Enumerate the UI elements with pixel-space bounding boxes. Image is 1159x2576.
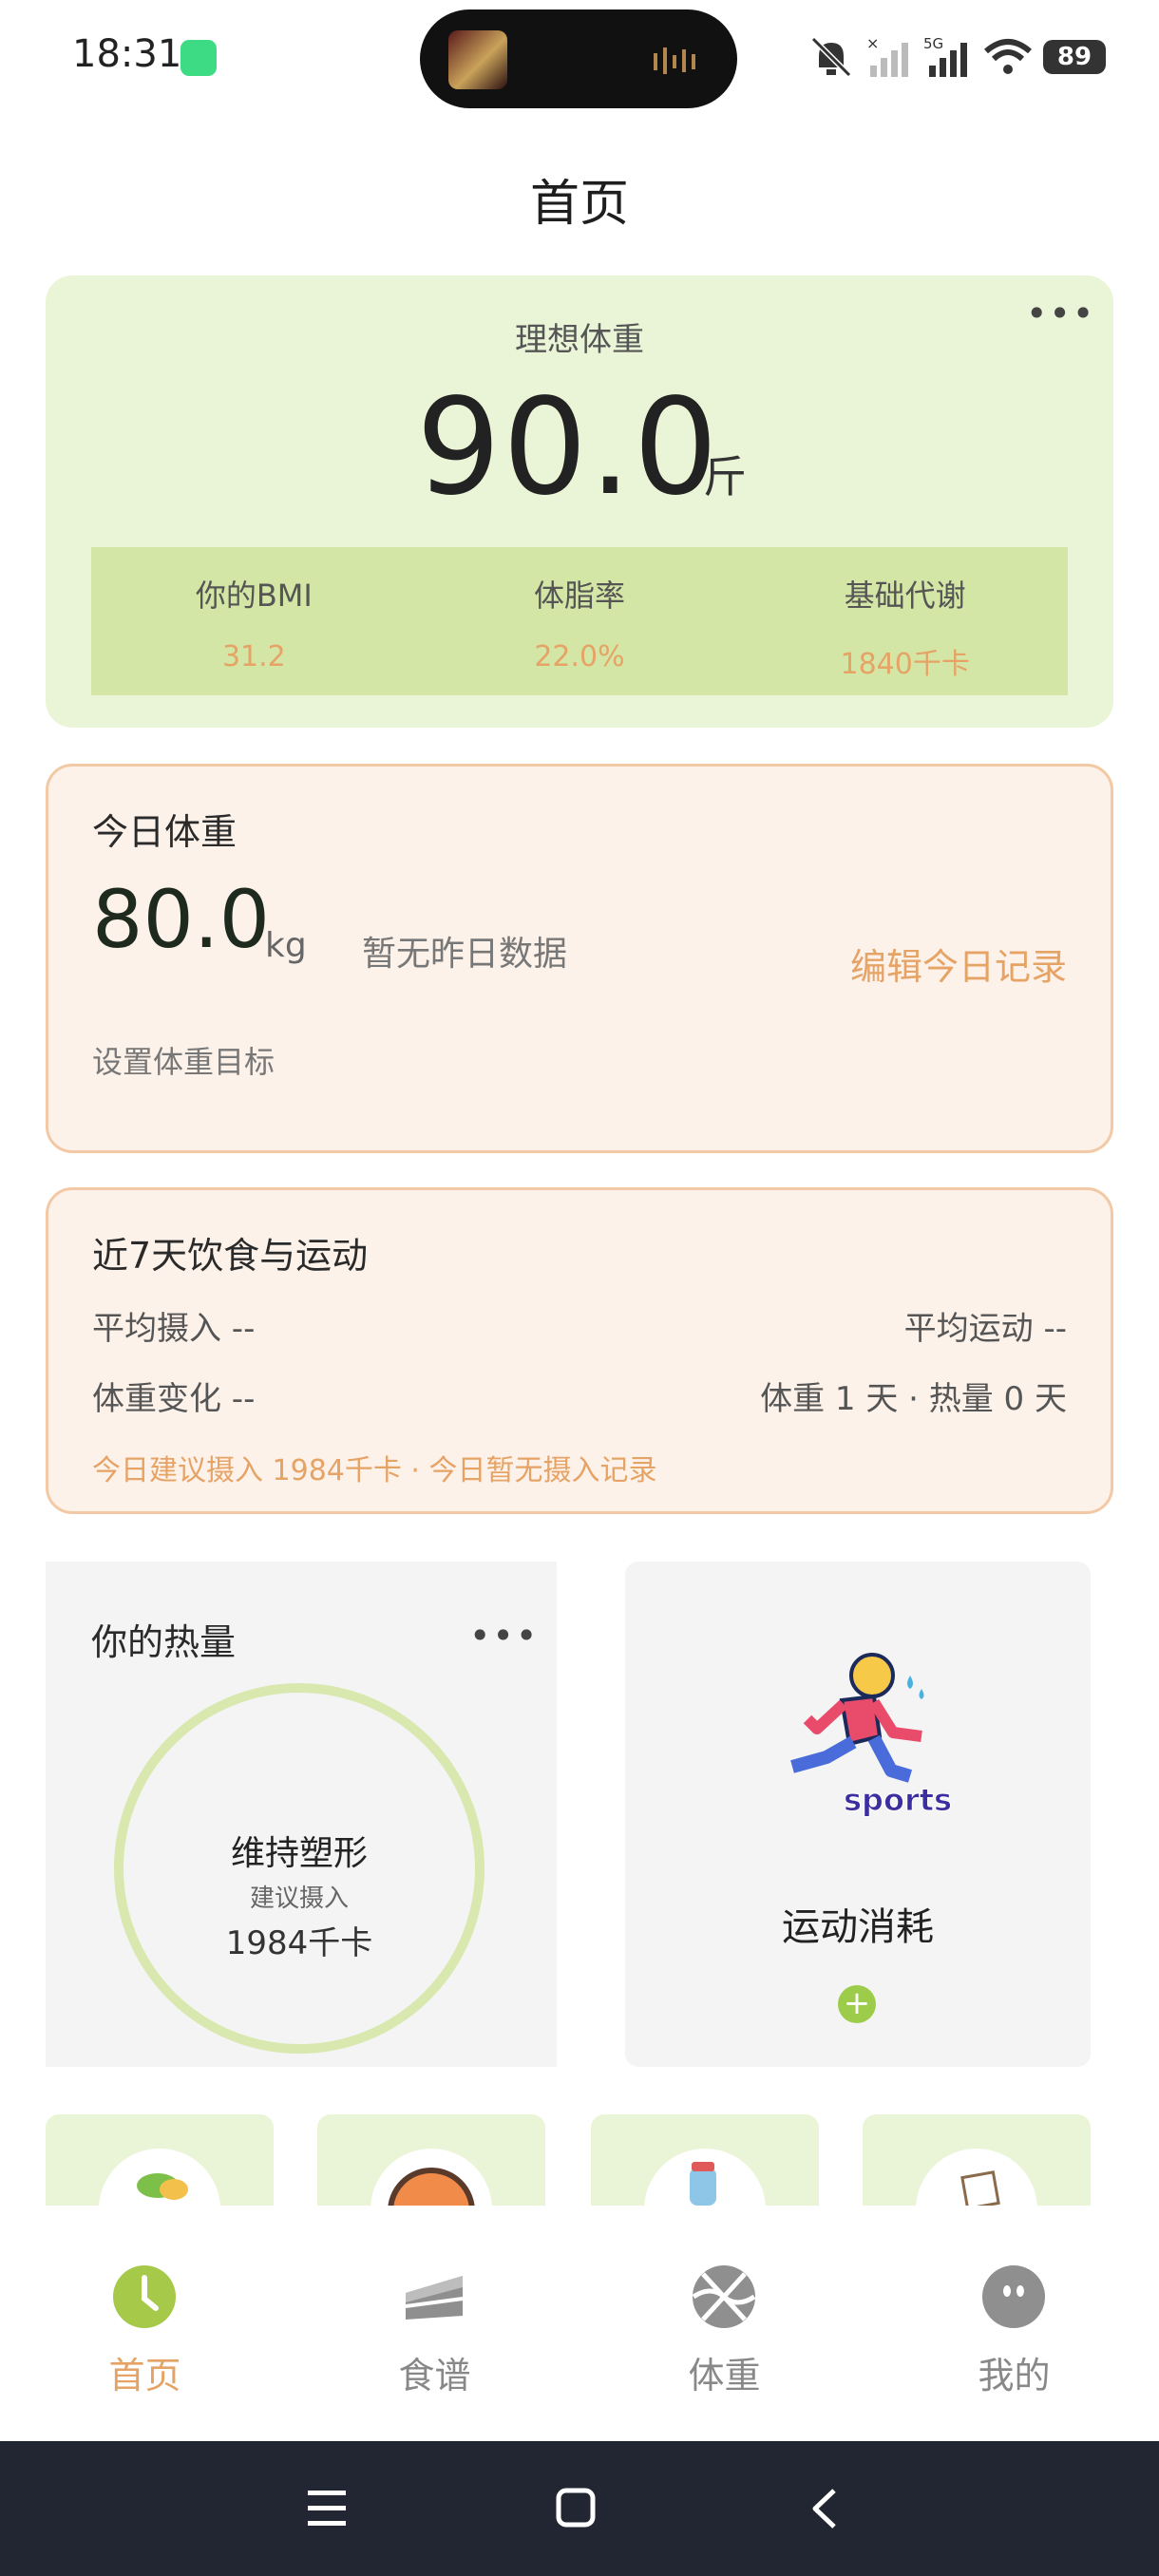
snack-icon <box>916 2149 1037 2209</box>
bmr-value: 1840千卡 <box>840 648 970 681</box>
food-tile-snack[interactable] <box>863 2114 1091 2209</box>
signal-5g-icon: 5G <box>923 35 967 77</box>
calorie-ring: 维持塑形 建议摄入 1984千卡 <box>114 1683 484 2054</box>
intake-tip-text: 今日建议摄入 1984千卡 · 今日暂无摄入记录 <box>92 1454 657 1487</box>
body-fat-stat: 体脂率 22.0% <box>417 547 743 695</box>
status-time: 18:31 <box>72 32 182 76</box>
nav-item-mine[interactable]: 我的 <box>869 2206 1159 2441</box>
status-icons: × 5G 89 <box>808 28 1106 85</box>
bmi-label: 你的BMI <box>195 578 313 614</box>
weight-change-text: 体重变化 -- <box>92 1380 256 1418</box>
audio-wave-icon <box>654 47 695 74</box>
more-options-icon[interactable]: ••• <box>1026 293 1095 334</box>
signal-off-icon: × <box>866 35 908 77</box>
set-weight-goal-link[interactable]: 设置体重目标 <box>92 1038 275 1082</box>
suggest-intake-label: 建议摄入 <box>249 1885 349 1913</box>
face-icon <box>982 2265 1045 2328</box>
basketball-icon <box>692 2265 756 2328</box>
mute-bell-icon <box>810 36 852 78</box>
ideal-weight-value: 90.0 <box>416 370 720 525</box>
nav-label-home: 首页 <box>108 2355 181 2396</box>
android-icon <box>180 40 217 76</box>
clock-icon <box>113 2265 176 2328</box>
nav-label-weight: 体重 <box>688 2355 761 2396</box>
media-island[interactable] <box>420 9 737 108</box>
bottle-icon <box>644 2149 766 2209</box>
page-title: 首页 <box>529 176 629 233</box>
ideal-weight-label: 理想体重 <box>515 321 644 359</box>
calorie-more-icon[interactable]: ••• <box>469 1615 539 1657</box>
nav-item-home[interactable]: 首页 <box>0 2206 290 2441</box>
svg-text:5G: 5G <box>923 35 943 52</box>
week-summary-card[interactable]: 近7天饮食与运动 平均摄入 -- 平均运动 -- 体重变化 -- 体重 1 天 … <box>46 1187 1113 1514</box>
calorie-title: 你的热量 <box>91 1621 237 1663</box>
food-tile-salad[interactable] <box>46 2114 274 2209</box>
system-nav-bar <box>0 2441 1159 2576</box>
wifi-icon <box>984 39 1032 74</box>
sports-tile[interactable]: sports 运动消耗 + <box>625 1562 1091 2067</box>
bmi-value: 31.2 <box>221 640 286 673</box>
body-fat-value: 22.0% <box>534 640 625 673</box>
today-weight-unit: kg <box>265 926 307 965</box>
nav-item-weight[interactable]: 体重 <box>580 2206 869 2441</box>
nav-item-recipes[interactable]: 食谱 <box>290 2206 580 2441</box>
week-summary-title: 近7天饮食与运动 <box>92 1235 369 1277</box>
bottom-nav: 首页 食谱 体重 我的 <box>0 2206 1159 2441</box>
battery-icon: 89 <box>1043 40 1106 74</box>
home-icon[interactable] <box>553 2485 600 2532</box>
nav-label-mine: 我的 <box>978 2355 1051 2396</box>
food-tile-drink[interactable] <box>591 2114 819 2209</box>
noodle-bowl-icon <box>370 2149 492 2209</box>
menu-icon[interactable] <box>304 2485 353 2532</box>
svg-text:×: × <box>866 35 879 52</box>
ideal-weight-card[interactable]: 理想体重 ••• 90.0 斤 你的BMI 31.2 体脂率 22.0% 基础代… <box>46 275 1113 728</box>
record-days-text: 体重 1 天 · 热量 0 天 <box>760 1380 1067 1418</box>
calorie-tile[interactable]: 你的热量 ••• 维持塑形 建议摄入 1984千卡 <box>46 1562 557 2067</box>
back-icon[interactable] <box>806 2485 844 2532</box>
add-exercise-button[interactable]: + <box>838 1985 876 2023</box>
nav-label-recipes: 食谱 <box>398 2355 471 2396</box>
exercise-consumption-label: 运动消耗 <box>782 1905 934 1949</box>
avg-intake-text: 平均摄入 -- <box>92 1310 256 1348</box>
bmr-label: 基础代谢 <box>844 578 966 614</box>
avg-exercise-text: 平均运动 -- <box>903 1310 1067 1348</box>
bmi-stat: 你的BMI 31.2 <box>91 547 417 695</box>
suggest-intake-value: 1984千卡 <box>225 1924 373 1962</box>
calorie-goal: 维持塑形 <box>230 1834 368 1873</box>
ideal-weight-unit: 斤 <box>703 451 747 502</box>
today-weight-title: 今日体重 <box>92 811 238 853</box>
svg-text:sports: sports <box>844 1782 952 1818</box>
no-yesterday-text: 暂无昨日数据 <box>362 935 568 974</box>
album-art-icon <box>448 30 507 89</box>
bmr-stat: 基础代谢 1840千卡 <box>742 547 1068 695</box>
food-tile-bowl[interactable] <box>317 2114 545 2209</box>
status-bar: 18:31 × 5G 89 <box>0 0 1159 114</box>
edit-today-record-button[interactable]: 编辑今日记录 <box>850 938 1067 990</box>
today-weight-value: 80.0 <box>92 873 271 966</box>
today-weight-card[interactable]: 今日体重 80.0 kg 暂无昨日数据 编辑今日记录 设置体重目标 <box>46 764 1113 1153</box>
salad-icon <box>99 2149 220 2209</box>
body-stats-band: 你的BMI 31.2 体脂率 22.0% 基础代谢 1840千卡 <box>91 547 1068 695</box>
body-fat-label: 体脂率 <box>534 578 626 614</box>
running-person-icon: sports <box>790 1653 953 1819</box>
cake-icon <box>405 2276 464 2320</box>
